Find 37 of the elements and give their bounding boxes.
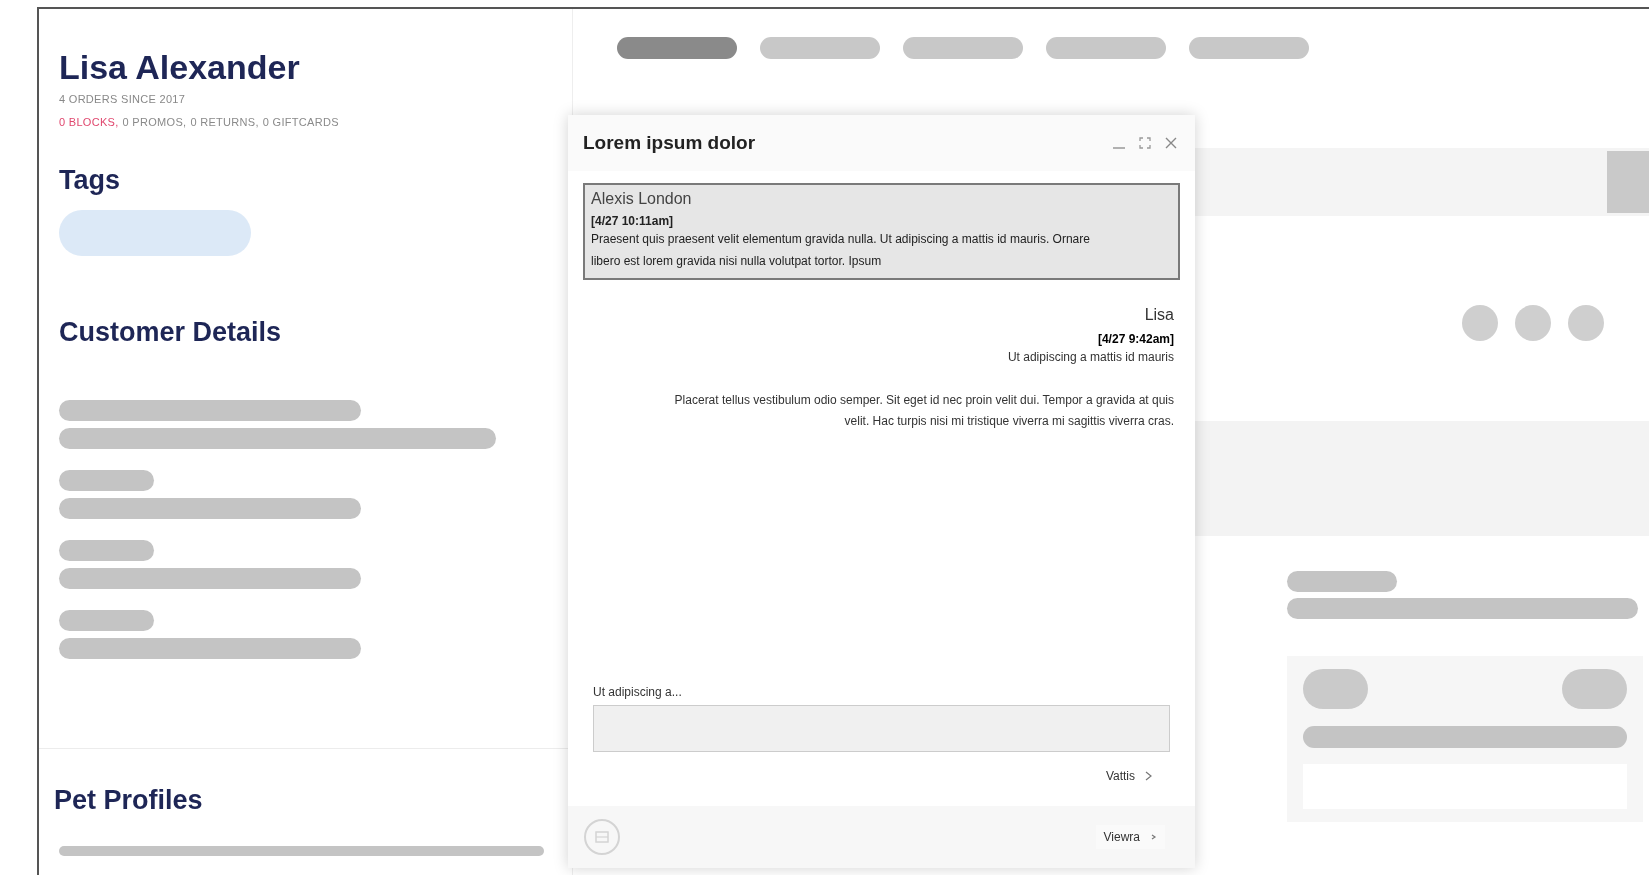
circle-placeholder[interactable]: [1515, 305, 1551, 341]
message-author: Alexis London: [591, 190, 693, 208]
message-time: [4/27 10:11am]: [591, 214, 675, 228]
stat-count: 0 RETURNS,: [190, 116, 259, 128]
message-text: Ut adipiscing a mattis id mauris: [1007, 350, 1174, 364]
chevron-icon: [1145, 771, 1152, 781]
pill-placeholder: [1303, 669, 1368, 709]
circle-placeholder[interactable]: [1568, 305, 1604, 341]
section-heading: Customer Details: [59, 316, 283, 348]
chevron-icon: [1150, 832, 1157, 842]
section-heading: Tags: [59, 164, 121, 196]
orders-summary: 4 ORDERS SINCE 2017: [59, 93, 187, 105]
tab-placeholder[interactable]: [617, 37, 737, 59]
square-in-circle-icon: [583, 818, 621, 856]
minimize-icon: [1113, 147, 1125, 149]
close-icon: [1165, 137, 1177, 149]
stat-count: 0 GIFTCARDS: [262, 116, 339, 128]
message-text: Praesent quis praesent velit elementum gravida nulla. Ut adipiscing a mattis id mauris. Ornare libero est lorem gravida nisi nulla volutpat tortor. Ipsum: [591, 231, 1091, 270]
tab-placeholder[interactable]: [1046, 37, 1166, 59]
message-time: [4/27 9:42am]: [1097, 332, 1174, 346]
stat-count: 0 BLOCKS,: [59, 116, 119, 128]
pill-placeholder: [1562, 669, 1627, 709]
message-text: Placerat tellus vestibulum odio semper. Sit eget id nec proin velit dui. Tempor a gravida at quis velit. Hac turpis nisi mi tristique viverra mi sagittis viverra cras.: [673, 392, 1174, 430]
dialog-title: Lorem ipsum dolor: [583, 132, 756, 154]
maximize-icon: [1139, 137, 1151, 149]
field-label: Ut adipiscing a...: [592, 685, 683, 699]
message-author: Lisa: [1144, 306, 1174, 324]
placeholder-block: [1607, 151, 1649, 213]
circle-placeholder[interactable]: [1462, 305, 1498, 341]
tab-placeholder[interactable]: [1189, 37, 1309, 59]
section-heading: Pet Profiles: [54, 784, 204, 816]
tab-placeholder[interactable]: [760, 37, 880, 59]
tab-placeholder[interactable]: [903, 37, 1023, 59]
customer-name: Lisa Alexander: [59, 47, 301, 87]
stat-count: 0 PROMOS,: [122, 116, 187, 128]
maximize-button[interactable]: [1136, 134, 1154, 152]
reply-field[interactable]: [593, 705, 1170, 752]
